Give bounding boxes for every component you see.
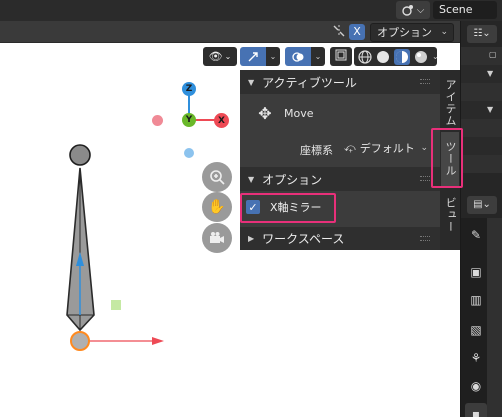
outliner-row[interactable] [461,137,502,155]
wireframe-icon[interactable] [358,49,372,64]
top-bar: ⌵ Scene [0,0,502,21]
zoom-icon[interactable] [202,162,232,192]
neg-z-axis-icon[interactable] [184,148,194,158]
eye-icon: 👁 [208,50,223,63]
tool-settings-icon[interactable]: ✎ [465,224,487,246]
mirror-axis-icon [331,24,347,40]
world-icon[interactable]: ◉ [465,375,487,397]
tab-tool[interactable]: ツール [441,132,459,186]
sidebar-n-panel: ▼ アクティブツール ✥ Move 座標系 ⤽ デフォルト ⌄ ▼ オプション … [240,70,440,250]
chevron-down-icon: ⌵ [416,4,425,16]
camera-icon[interactable] [202,223,232,253]
chevron-down-icon[interactable]: ⌄ [432,52,439,61]
drag-handle-icon[interactable] [420,79,430,84]
material-preview-icon[interactable] [394,48,410,65]
expand-arrow-icon: ▼ [487,105,494,114]
active-tool-name: Move [284,107,314,120]
chevron-down-icon: ⌄ [266,47,280,66]
outliner-row[interactable]: ▼ [461,101,502,119]
active-tool-header[interactable]: ▼ アクティブツール [240,70,440,94]
overlay-toggle[interactable]: ⌄ [285,47,325,66]
sidebar-tabs: アイテム ツール ビュー [440,70,460,250]
scene-name-field[interactable]: Scene [433,1,497,19]
view-layer-icon[interactable]: ▧ [465,319,487,341]
solid-icon[interactable] [376,50,390,64]
x-mirror-label: X軸ミラー [270,201,322,214]
shading-mode-group: ⌄ [354,47,439,66]
editor-type-button[interactable]: ☷⌄ [467,25,497,43]
chevron-down-icon: ⌄ [311,47,325,66]
coord-system-select[interactable]: ⤽ デフォルト ⌄ [340,138,432,158]
properties-editor: ☷⌄ ▢ ▼ ▼ ▤⌄ ✎ ▣ ▥ ▧ ⚘ ◉ ▪ [460,21,502,417]
chevron-down-icon: ⌄ [440,27,448,37]
expand-arrow-icon: ▼ [487,69,494,78]
scene-selector[interactable]: ⌵ Scene [396,0,497,20]
collapsed-arrow-icon: ▶ [248,234,255,243]
render-icon[interactable]: ▣ [465,261,487,283]
y-axis-icon[interactable]: Y [182,113,196,127]
expand-arrow-icon: ▼ [248,174,255,184]
z-axis-icon[interactable]: Z [182,82,196,96]
scene-properties-icon[interactable]: ⚘ [465,347,487,369]
outliner-row[interactable]: ▼ [461,65,502,83]
properties-panel [487,218,502,417]
x-mirror-option[interactable]: ✓ X軸ミラー [240,194,322,220]
xray-icon [335,49,347,64]
x-axis-icon[interactable]: X [214,113,229,128]
output-icon[interactable]: ▥ [465,289,487,311]
tab-item[interactable]: アイテム [441,76,459,130]
outliner-row[interactable]: ▢ [461,47,502,65]
properties-editor-type-button[interactable]: ▤⌄ [467,196,497,214]
options-dropdown[interactable]: オプション ⌄ [370,23,454,42]
chevron-down-icon: ⌄ [420,143,428,153]
gizmo-icon [240,47,266,66]
workspace-panel-header[interactable]: ▶ ワークスペース [240,227,440,250]
xray-toggle[interactable] [330,47,352,66]
object-properties-icon[interactable]: ▪ [465,403,487,417]
visibility-button[interactable]: 👁 ⌄ [203,47,237,66]
move-tool-icon: ✥ [258,104,272,123]
coord-system-label: 座標系 [300,144,333,157]
neg-x-axis-icon[interactable] [152,115,163,126]
armature-bone[interactable] [40,140,180,360]
gizmo-toggle[interactable]: ⌄ [240,47,280,66]
rendered-icon[interactable] [414,50,428,64]
expand-arrow-icon: ▼ [248,77,255,87]
outliner-row[interactable] [461,119,502,137]
orientation-icon: ⤽ [344,141,356,154]
hand-icon[interactable]: ✋ [202,192,232,222]
drag-handle-icon[interactable] [420,176,430,181]
options-panel-header[interactable]: ▼ オプション [240,167,440,191]
tab-view[interactable]: ビュー [441,188,459,242]
drag-handle-icon[interactable] [420,236,430,241]
outliner-row[interactable] [461,155,502,173]
x-mirror-checkbox[interactable]: ✓ [246,200,260,214]
scene-icon[interactable]: ⌵ [396,1,430,19]
restrict-icon: ▢ [489,50,497,59]
overlay-icon [285,47,311,66]
x-mirror-toggle[interactable]: X [349,24,365,40]
outliner-row[interactable] [461,83,502,101]
